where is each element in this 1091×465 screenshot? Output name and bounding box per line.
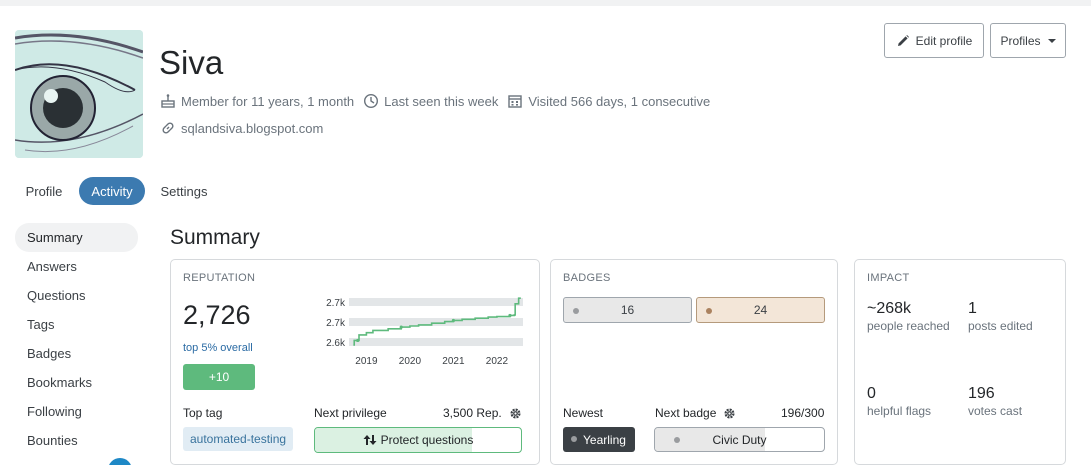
badges-label: BADGES bbox=[563, 272, 611, 284]
caret-down-icon bbox=[1047, 38, 1056, 43]
next-badge-progress-text: 196/300 bbox=[781, 406, 825, 420]
chart-x-tick-label: 2020 bbox=[399, 356, 422, 366]
bronze-badge-icon bbox=[706, 308, 712, 314]
sidebar-item-summary[interactable]: Summary bbox=[15, 223, 138, 252]
user-meta: Member for 11 years, 1 month Last seen t… bbox=[160, 93, 719, 109]
pencil-icon bbox=[897, 34, 909, 46]
chart-point bbox=[451, 318, 455, 323]
top-tag[interactable]: automated-testing bbox=[183, 427, 294, 451]
chart-grid-band-1 bbox=[349, 318, 523, 326]
sidebar-item-questions[interactable]: Questions bbox=[15, 281, 138, 310]
helpful-flags-stat: 0 helpful flags bbox=[867, 385, 932, 418]
impact-card: IMPACT ~268k people reached 1 posts edit… bbox=[854, 259, 1066, 465]
sidebar-item-bookmarks[interactable]: Bookmarks bbox=[15, 368, 138, 397]
chart-y-tick-label: 2.7k bbox=[326, 318, 346, 329]
next-privilege-rep: 3,500 Rep. bbox=[443, 406, 522, 420]
activity-sidebar: Summary Answers Questions Tags Badges Bo… bbox=[15, 223, 138, 455]
votes-cast-stat: 196 votes cast bbox=[968, 385, 1023, 418]
reputation-chart: 2.7k 2.7k 2.6k 2019 2020 2021 2022 bbox=[326, 297, 523, 366]
reputation-value: 2,726 bbox=[183, 300, 251, 330]
last-seen: Last seen this week bbox=[363, 93, 498, 109]
silver-badge-icon bbox=[571, 436, 577, 442]
chart-x-tick-label: 2022 bbox=[486, 356, 509, 366]
reputation-gain: +10 bbox=[183, 364, 255, 390]
sidebar-item-bounties[interactable]: Bounties bbox=[15, 426, 138, 455]
link-icon bbox=[162, 122, 174, 134]
newest-badge-label: Newest bbox=[563, 406, 604, 420]
tab-activity[interactable]: Activity bbox=[79, 177, 145, 205]
sidebar-item-answers[interactable]: Answers bbox=[15, 252, 138, 281]
user-website[interactable]: sqlandsiva.blogspot.com bbox=[160, 120, 323, 136]
top-tag-label: Top tag bbox=[183, 406, 223, 420]
silver-badge-count[interactable]: 16 bbox=[563, 297, 692, 323]
sidebar-item-badges[interactable]: Badges bbox=[15, 339, 138, 368]
eye-sketch-image bbox=[15, 30, 143, 158]
next-privilege-progress[interactable]: Protect questions bbox=[314, 427, 522, 453]
gear-icon[interactable] bbox=[723, 407, 736, 420]
chart-grid-band-0 bbox=[349, 298, 523, 306]
visited: Visited 566 days, 1 consecutive bbox=[507, 93, 710, 109]
member-for: Member for 11 years, 1 month bbox=[160, 93, 354, 109]
chart-x-tick-label: 2021 bbox=[442, 356, 465, 366]
calendar-icon bbox=[508, 95, 523, 108]
reputation-rank-link[interactable]: top 5% overall bbox=[183, 342, 253, 354]
tab-settings[interactable]: Settings bbox=[153, 177, 215, 205]
posts-edited-stat: 1 posts edited bbox=[968, 300, 1033, 333]
chart-point bbox=[508, 313, 512, 318]
vote-arrows-icon bbox=[363, 435, 377, 445]
chart-x-tick-label: 2019 bbox=[355, 356, 378, 366]
tab-profile[interactable]: Profile bbox=[18, 177, 70, 205]
chart-point bbox=[356, 338, 360, 343]
cake-icon bbox=[161, 94, 175, 108]
sidebar-item-tags[interactable]: Tags bbox=[15, 310, 138, 339]
chart-y-tick-label: 2.6k bbox=[326, 338, 346, 349]
gear-icon[interactable] bbox=[509, 407, 522, 420]
profiles-dropdown[interactable]: Profiles bbox=[990, 23, 1066, 58]
reputation-label: REPUTATION bbox=[183, 272, 256, 284]
impact-label: IMPACT bbox=[867, 272, 910, 284]
sidebar-count-badge bbox=[108, 458, 132, 465]
chart-grid-band-2 bbox=[349, 338, 523, 346]
next-badge-name: Civic Duty bbox=[712, 432, 767, 447]
badges-card: BADGES 16 24 Newest Next badge 196/300 Y… bbox=[550, 259, 838, 465]
sidebar-item-following[interactable]: Following bbox=[15, 397, 138, 426]
edit-profile-button[interactable]: Edit profile bbox=[884, 23, 984, 58]
avatar[interactable] bbox=[15, 30, 143, 158]
chart-y-tick-label: 2.7k bbox=[326, 298, 346, 309]
top-strip bbox=[0, 0, 1091, 6]
next-privilege-label: Next privilege bbox=[314, 406, 387, 420]
bronze-badge-count[interactable]: 24 bbox=[696, 297, 825, 323]
reputation-card: REPUTATION 2,726 top 5% overall +10 2.7k… bbox=[170, 259, 540, 465]
user-name: Siva bbox=[159, 44, 224, 81]
newest-badge[interactable]: Yearling bbox=[563, 427, 635, 452]
next-privilege-name: Protect questions bbox=[380, 433, 474, 447]
section-title: Summary bbox=[170, 226, 260, 249]
next-badge-label: Next badge bbox=[655, 406, 736, 420]
next-badge-progress[interactable]: Civic Duty bbox=[654, 427, 825, 452]
people-reached-stat: ~268k people reached bbox=[867, 300, 950, 333]
silver-badge-icon bbox=[573, 308, 579, 314]
clock-icon bbox=[364, 93, 379, 109]
chart-point bbox=[399, 325, 403, 329]
